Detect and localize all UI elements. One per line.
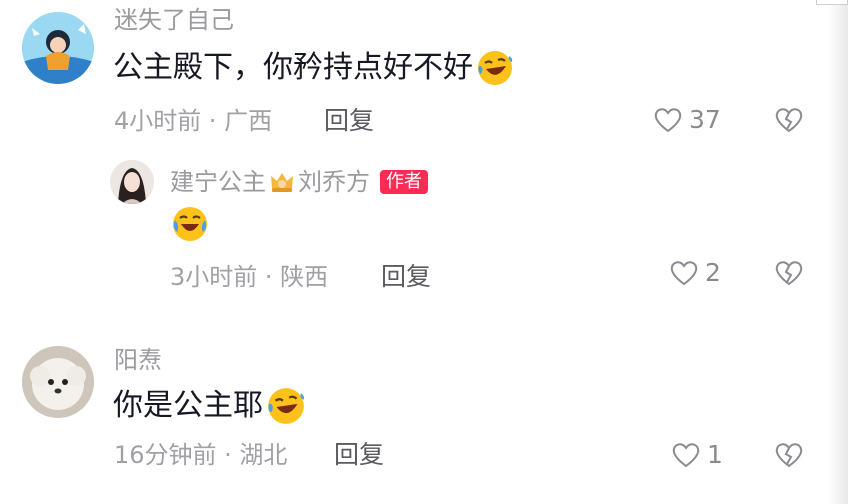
broken-heart-icon: [775, 261, 803, 286]
comment-text-row: 公主殿下，你矜持点好不好: [113, 48, 515, 88]
broken-heart-icon: [775, 108, 803, 133]
avatar[interactable]: [22, 346, 94, 418]
reply-time-location: 3小时前 · 陕西: [170, 263, 329, 291]
laughing-crying-emoji-icon: [268, 388, 305, 424]
laughing-crying-emoji-icon: [173, 207, 207, 241]
broken-heart-icon: [775, 443, 803, 468]
comment-time-location: 4小时前 · 广西: [114, 107, 273, 135]
heart-outline-icon: [654, 108, 682, 133]
comment-text: 公主殿下，你矜持点好不好: [113, 50, 473, 85]
crown-icon: [271, 173, 293, 192]
like-button[interactable]: 37: [653, 105, 721, 135]
reply-username-suffix[interactable]: 刘乔方: [298, 168, 370, 196]
reply-reply-button[interactable]: 回复: [381, 262, 431, 292]
reply-avatar[interactable]: [110, 160, 154, 204]
dislike-button[interactable]: [774, 106, 804, 138]
reply-dislike-button[interactable]: [774, 259, 804, 291]
reply-button[interactable]: 回复: [324, 106, 374, 136]
comment-text-row: 你是公主耶: [113, 385, 307, 427]
reply-username[interactable]: 建宁公主: [170, 168, 266, 196]
username[interactable]: 阳焘: [114, 346, 162, 374]
reply-username-row: 建宁公主 刘乔方 作者: [170, 168, 428, 196]
dislike-button[interactable]: [774, 441, 804, 473]
like-button[interactable]: 1: [671, 440, 723, 470]
dog-avatar-icon: [22, 346, 94, 418]
reply-like-button[interactable]: 2: [669, 258, 721, 288]
like-count: 1: [707, 440, 723, 469]
laughing-crying-emoji-icon: [478, 51, 513, 85]
comment-text: 你是公主耶: [113, 388, 263, 423]
username[interactable]: 迷失了自己: [114, 6, 234, 34]
comment-time-location: 16分钟前 · 湖北: [114, 441, 288, 469]
heart-outline-icon: [672, 443, 700, 468]
reply-avatar-photo-icon: [110, 160, 154, 204]
right-edge-shade: [828, 0, 848, 504]
like-count: 37: [689, 105, 721, 134]
author-badge: 作者: [380, 170, 428, 194]
avatar[interactable]: [22, 12, 94, 84]
heart-outline-icon: [670, 261, 698, 286]
top-right-chip: [816, 0, 848, 5]
reply-button[interactable]: 回复: [334, 440, 384, 470]
reply-like-count: 2: [705, 258, 721, 287]
avatar-illustration-icon: [22, 12, 94, 84]
